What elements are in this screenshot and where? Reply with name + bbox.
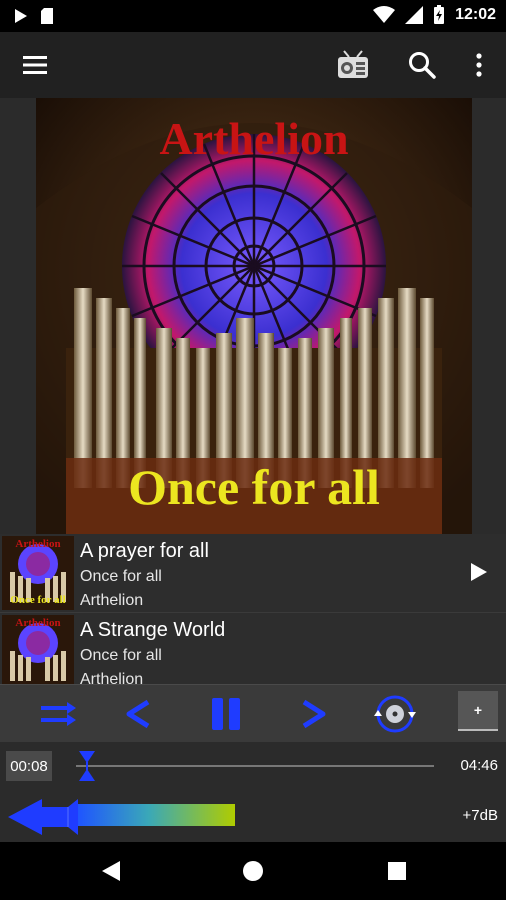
- total-time: 04:46: [460, 757, 498, 774]
- pause-icon: [212, 698, 240, 730]
- album-art-artist: Arthelion: [159, 113, 349, 164]
- seek-thumb[interactable]: [78, 750, 96, 782]
- track-row[interactable]: Arthelion Once for all A prayer for all …: [0, 534, 506, 613]
- thumb-artist: Arthelion: [15, 617, 61, 629]
- back-button[interactable]: [100, 860, 122, 882]
- home-button[interactable]: [242, 860, 264, 882]
- play-notification-icon: [15, 9, 27, 23]
- next-icon: [302, 699, 326, 729]
- sd-card-icon: [41, 8, 53, 24]
- repeat-button[interactable]: [372, 693, 418, 735]
- previous-button[interactable]: [118, 693, 158, 735]
- volume-arrow-icon[interactable]: [6, 795, 82, 839]
- shuffle-icon: [41, 702, 76, 726]
- track-artist: Arthelion: [80, 671, 144, 685]
- repeat-disc-icon: [374, 695, 416, 733]
- recents-icon: [388, 862, 406, 880]
- add-button[interactable]: +: [458, 691, 498, 731]
- thumb-title: Once for all: [10, 594, 66, 606]
- radio-icon: [338, 50, 368, 78]
- recents-button[interactable]: [386, 860, 408, 882]
- signal-icon: [405, 6, 424, 24]
- track-title: A prayer for all: [80, 540, 209, 562]
- home-icon: [243, 861, 263, 881]
- battery-charging-icon: [434, 5, 445, 24]
- track-thumbnail: Arthelion: [2, 615, 74, 684]
- track-title: A Strange World: [80, 619, 226, 641]
- previous-icon: [126, 699, 150, 729]
- current-time: 00:08: [6, 751, 52, 781]
- search-button[interactable]: [401, 44, 443, 86]
- play-track-button[interactable]: [470, 562, 488, 587]
- volume-gain-bar[interactable]: [78, 804, 235, 826]
- volume-db-label: +7dB: [462, 807, 498, 824]
- status-bar: 12:02: [0, 0, 506, 32]
- track-thumbnail: Arthelion Once for all: [2, 536, 74, 610]
- thumb-artist: Arthelion: [15, 538, 61, 550]
- hamburger-menu-icon: [23, 56, 47, 74]
- next-button[interactable]: [294, 693, 334, 735]
- play-icon: [471, 563, 487, 581]
- pause-button[interactable]: [204, 693, 248, 735]
- wifi-icon: [373, 6, 396, 23]
- menu-button[interactable]: [14, 44, 56, 86]
- seek-bar[interactable]: [76, 765, 434, 767]
- system-nav-bar: [0, 842, 506, 900]
- back-icon: [102, 861, 120, 881]
- album-art[interactable]: Arthelion Once for all: [36, 98, 472, 534]
- volume-row: +7dB: [0, 792, 506, 842]
- seek-bar-row: 00:08 04:46: [0, 742, 506, 792]
- album-art-title: Once for all: [128, 459, 380, 515]
- search-icon: [409, 52, 436, 79]
- status-time: 12:02: [455, 6, 496, 23]
- track-row[interactable]: Arthelion A Strange World Once for all A…: [0, 613, 506, 685]
- radio-button[interactable]: [332, 44, 374, 86]
- playback-controls: +: [0, 684, 506, 743]
- shuffle-button[interactable]: [34, 693, 80, 735]
- track-artist: Arthelion: [80, 592, 144, 609]
- app-toolbar: [0, 32, 506, 98]
- track-album: Once for all: [80, 647, 162, 664]
- track-album: Once for all: [80, 568, 162, 585]
- more-vert-icon: [476, 53, 482, 77]
- overflow-menu-button[interactable]: [458, 44, 500, 86]
